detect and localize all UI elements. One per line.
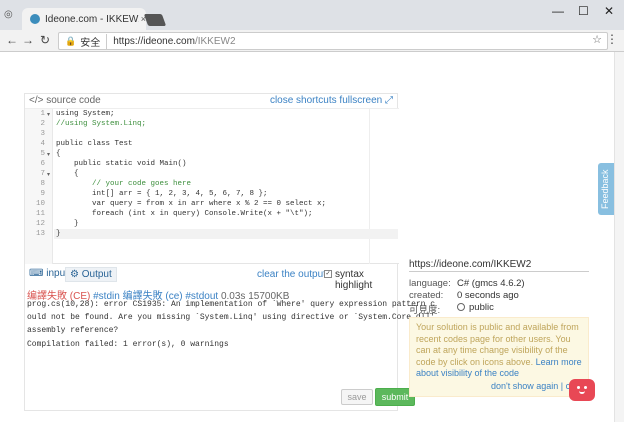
output-line: prog.cs(10,28): error CS1935: An impleme… (27, 300, 436, 309)
code-line: int[] arr = { 1, 2, 3, 4, 5, 6, 7, 8 }; (56, 190, 268, 198)
globe-icon (457, 303, 465, 311)
keyboard-icon: ⌨ (29, 268, 44, 279)
syntax-highlight-label: syntax highlight (335, 269, 373, 291)
active-line (54, 229, 398, 239)
io-tabs: ⌨ input ⚙ Output clear the output ✓ synt… (25, 266, 399, 291)
feedback-tab[interactable]: Feedback (598, 163, 614, 215)
ideone-favicon-icon (30, 14, 40, 24)
share-url[interactable]: https://ideone.com/IKKEW2 (409, 259, 531, 270)
source-label: </> source code (29, 95, 101, 106)
browser-toolbar: ← → ↻ 🔒 安全 https://ideone.com/IKKEW2 ☆ ⋮ (0, 30, 624, 52)
new-tab-button[interactable] (143, 14, 167, 26)
line-number: 5 (40, 150, 45, 158)
browser-titlebar: ◎ Ideone.com - IKKEW2 - C × — ☐ ✕ (0, 0, 624, 30)
code-line: public static void Main() (56, 160, 187, 168)
line-number: 12 (35, 220, 45, 228)
line-number: 2 (40, 120, 45, 128)
back-icon[interactable]: ← (6, 33, 18, 47)
line-number: 10 (35, 200, 45, 208)
language-key: language: (409, 278, 451, 289)
line-number: 7 (40, 170, 45, 178)
source-links[interactable]: close shortcuts fullscreen ⤢ (270, 95, 393, 106)
line-number: 4 (40, 140, 45, 148)
feedback-label: Feedback (600, 169, 610, 209)
app-menu-icon[interactable]: ◎ (4, 9, 16, 21)
line-number: 9 (40, 190, 45, 198)
code-line: //using System.Linq; (56, 120, 147, 128)
editor-panel: </> source code close shortcuts fullscre… (24, 93, 435, 411)
output-line: assembly reference? (27, 326, 119, 335)
line-number: 3 (40, 130, 45, 138)
print-margin (369, 109, 370, 264)
page-scrollbar[interactable] (614, 52, 624, 422)
output-line: Compilation failed: 1 error(s), 0 warnin… (27, 340, 229, 349)
visibility-key: 可見度: (409, 305, 441, 316)
tab-input[interactable]: ⌨ input (29, 268, 68, 279)
syntax-highlight-checkbox[interactable]: ✓ (324, 270, 332, 278)
address-bar[interactable]: 🔒 安全 https://ideone.com/IKKEW2 (58, 32, 608, 50)
code-line: public class Test (56, 140, 133, 148)
code-line: var query = from x in arr where x % 2 ==… (56, 200, 327, 208)
expand-icon[interactable]: ⤢ (385, 95, 393, 106)
dont-show-again-link[interactable]: don't show again | cl (491, 381, 572, 391)
visibility-value[interactable]: public (457, 302, 494, 313)
browser-tab[interactable]: Ideone.com - IKKEW2 - C × (22, 8, 146, 30)
line-number: 8 (40, 180, 45, 188)
created-key: created: (409, 290, 444, 301)
fold-toggle-icon[interactable]: ▾ (47, 171, 50, 178)
gear-icon: ⚙ (70, 269, 79, 280)
fold-toggle-icon[interactable]: ▾ (47, 111, 50, 118)
bookmark-star-icon[interactable]: ☆ (592, 33, 602, 46)
line-number: 6 (40, 160, 45, 168)
created-value: 0 seconds ago (457, 290, 519, 301)
lock-icon: 🔒 (65, 35, 77, 46)
divider (409, 271, 589, 272)
reload-icon[interactable]: ↻ (40, 33, 50, 47)
url-text: https://ideone.com/IKKEW2 (113, 35, 236, 47)
save-button[interactable]: save (341, 389, 373, 405)
close-window-icon[interactable]: ✕ (604, 4, 614, 18)
code-line: { (56, 150, 61, 158)
code-line: } (56, 220, 79, 228)
code-line: } (56, 230, 61, 238)
line-number: 11 (35, 210, 45, 218)
code-line: // your code goes here (56, 180, 192, 188)
line-number: 13 (35, 230, 45, 238)
browser-menu-icon[interactable]: ⋮ (606, 32, 618, 46)
tab-output[interactable]: ⚙ Output (65, 267, 117, 282)
code-line: foreach (int x in query) Console.Write(x… (56, 210, 313, 218)
clear-output-link[interactable]: clear the output (257, 269, 326, 280)
code-icon: </> (29, 95, 44, 106)
source-header: </> source code close shortcuts fullscre… (25, 94, 399, 108)
secure-label: 安全 (80, 33, 108, 49)
chat-widget-icon[interactable] (569, 379, 595, 401)
tab-title: Ideone.com - IKKEW2 - C (45, 13, 139, 25)
language-value: C# (gmcs 4.6.2) (457, 278, 525, 289)
line-number: 1 (40, 110, 45, 118)
code-line: using System; (56, 110, 115, 118)
code-line: { (56, 170, 79, 178)
output-line: ould not be found. Are you missing `Syst… (27, 313, 436, 322)
code-editor[interactable]: 1 ▾ using System; 2//using System.Linq; 3 4 pu… (25, 108, 399, 264)
maximize-icon[interactable]: ☐ (578, 4, 589, 18)
fold-toggle-icon[interactable]: ▾ (47, 151, 50, 158)
forward-icon[interactable]: → (22, 33, 34, 47)
minimize-icon[interactable]: — (552, 4, 564, 18)
